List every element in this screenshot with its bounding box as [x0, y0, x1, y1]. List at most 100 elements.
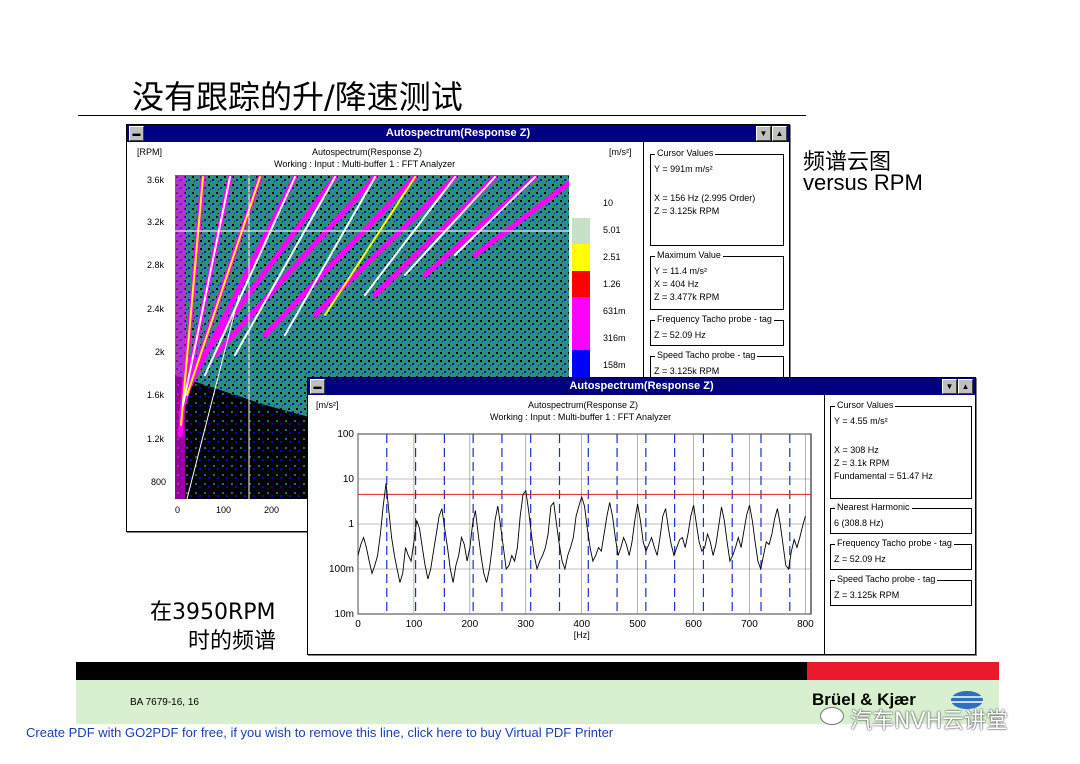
colorscale-swatch: [572, 270, 590, 298]
colorscale-swatch: [572, 244, 590, 271]
nearest-harmonic-header: Nearest Harmonic: [835, 502, 912, 512]
colorscale-swatch: [572, 191, 590, 218]
nearest-harmonic-box: Nearest Harmonic 6 (308.8 Hz): [830, 502, 972, 534]
spectrum-speed-tacho-header: Speed Tacho probe - tag: [835, 574, 938, 584]
pdf-notice-link[interactable]: Create PDF with GO2PDF for free, if you …: [26, 725, 613, 740]
x-tick-label: 800: [797, 619, 814, 630]
colorscale-swatch: [572, 217, 590, 245]
spectrum-cursor-values-box: Cursor Values Y = 4.55 m/s² X = 308 Hz Z…: [830, 400, 972, 499]
footer-black-bar: [76, 662, 807, 680]
spectrum-window-titlebar[interactable]: ▬ Autospectrum(Response Z) ▼ ▲: [308, 378, 975, 395]
minimize-button[interactable]: ▼: [942, 379, 957, 394]
spectrogram-plot-title: Autospectrum(Response Z): [312, 147, 423, 157]
x-tick-label: 600: [685, 619, 702, 630]
colorscale-bar: [572, 191, 590, 377]
y-tick-label: 2.8k: [147, 260, 165, 270]
slide-title: 没有跟踪的升/降速测试: [132, 78, 463, 116]
system-menu-button[interactable]: ▬: [129, 126, 144, 141]
colorscale-label: 1.26: [603, 279, 621, 289]
spectrum-fundamental: Fundamental = 51.47 Hz: [834, 471, 933, 481]
y-tick-label: 100: [337, 429, 354, 440]
system-menu-button[interactable]: ▬: [310, 379, 325, 394]
colorscale-swatch: [572, 297, 590, 324]
spectrum-cursor-z: Z = 3.1k RPM: [834, 458, 890, 468]
spectrum-speed-tacho-value: Z = 3.125k RPM: [834, 590, 900, 600]
spectrum-y-unit: [m/s²]: [316, 400, 339, 410]
spectrogram-window-titlebar[interactable]: ▬ Autospectrum(Response Z) ▼ ▲: [127, 125, 789, 142]
speed-tacho-header: Speed Tacho probe - tag: [655, 350, 758, 360]
frequency-tacho-header: Frequency Tacho probe - tag: [655, 314, 774, 324]
y-tick-label: 3.6k: [147, 175, 165, 185]
cursor-values-header: Cursor Values: [655, 148, 716, 158]
spectrum-frequency-tacho-box: Frequency Tacho probe - tag Z = 52.09 Hz: [830, 538, 972, 570]
colorscale-label: 631m: [603, 306, 626, 316]
watermark: 汽车NVH云讲堂: [850, 709, 1009, 734]
colorscale-label: 2.51: [603, 252, 621, 262]
maximum-z-value: Z = 3.477k RPM: [654, 292, 720, 302]
spectrum-plot-subtitle: Working : Input : Multi-buffer 1 : FFT A…: [490, 412, 672, 422]
maximum-value-box: Maximum Value Y = 11.4 m/s² X = 404 Hz Z…: [650, 250, 784, 310]
cursor-x-value: X = 156 Hz (2.995 Order): [654, 193, 756, 203]
y-tick-label: 1.6k: [147, 390, 165, 400]
x-tick-label: 400: [573, 619, 590, 630]
spectrum-chart: 100 10 1 100m 10m0 100 200 300 400 500 600 700 800 [H…: [329, 429, 814, 640]
annotation-spectrum-rpm: 在3950RPM: [150, 600, 276, 625]
x-tick-label: 500: [629, 619, 646, 630]
x-tick-label: 200: [264, 505, 280, 515]
x-tick-label: 200: [462, 619, 479, 630]
frequency-tacho-value: Z = 52.09 Hz: [654, 330, 706, 340]
frequency-tacho-box: Frequency Tacho probe - tag Z = 52.09 Hz: [650, 314, 784, 346]
x-tick-label: 300: [517, 619, 534, 630]
spectrum-speed-tacho-box: Speed Tacho probe - tag Z = 3.125k RPM: [830, 574, 972, 606]
x-tick-label: 700: [741, 619, 758, 630]
spectrum-window: ▬ Autospectrum(Response Z) ▼ ▲ [m/s²] Au…: [307, 377, 976, 655]
cursor-z-value: Z = 3.125k RPM: [654, 206, 720, 216]
y-tick-label: 1.2k: [147, 434, 165, 444]
spectrum-frequency-tacho-header: Frequency Tacho probe - tag: [835, 538, 954, 548]
y-tick-label: 1: [348, 519, 354, 530]
minimize-button[interactable]: ▼: [756, 126, 771, 141]
y-tick-label: 10: [343, 474, 355, 485]
y-tick-label: 3.2k: [147, 217, 165, 227]
annotation-spectrogram-en: versus RPM: [803, 170, 923, 195]
x-tick-label: 0: [355, 619, 361, 630]
wechat-icon: [820, 707, 844, 725]
footer-red-bar: [807, 662, 999, 680]
y-tick-label: 2k: [155, 347, 165, 357]
colorscale-label: 158m: [603, 360, 626, 370]
rpm-unit-label: [RPM]: [137, 147, 163, 157]
spectrum-cursor-y: Y = 4.55 m/s²: [834, 416, 888, 426]
x-tick-label: 0: [175, 505, 181, 515]
spectrum-plot-title: Autospectrum(Response Z): [528, 400, 639, 410]
colorscale-label: 5.01: [603, 225, 621, 235]
maximum-value-header: Maximum Value: [655, 250, 723, 260]
maximize-button[interactable]: ▲: [772, 126, 787, 141]
cursor-y-value: Y = 991m m/s²: [654, 164, 713, 174]
x-axis-unit: [Hz]: [574, 630, 590, 640]
colorscale-label: 316m: [603, 333, 626, 343]
maximum-x-value: X = 404 Hz: [654, 279, 699, 289]
low-frequency-band: [175, 175, 185, 499]
y-tick-label: 100m: [329, 564, 354, 575]
spectrum-cursor-x: X = 308 Hz: [834, 445, 879, 455]
x-tick-label: 100: [216, 505, 232, 515]
spectrum-frequency-tacho-value: Z = 52.09 Hz: [834, 554, 886, 564]
maximize-button[interactable]: ▲: [958, 379, 973, 394]
spectrum-cursor-values-header: Cursor Values: [835, 400, 896, 410]
annotation-spectrum-cn: 时的频谱: [188, 629, 277, 654]
spectrogram-plot-subtitle: Working : Input : Multi-buffer 1 : FFT A…: [274, 159, 456, 169]
spectrum-window-title: Autospectrum(Response Z): [569, 380, 714, 392]
nearest-harmonic-value: 6 (308.8 Hz): [834, 518, 884, 528]
y-tick-label: 800: [151, 477, 167, 487]
x-tick-label: 100: [406, 619, 423, 630]
spectrogram-window-title: Autospectrum(Response Z): [385, 127, 531, 139]
y-tick-label: 10m: [335, 609, 354, 620]
spectrum-info-panel: Cursor Values Y = 4.55 m/s² X = 308 Hz Z…: [824, 395, 976, 654]
cursor-values-box: Cursor Values Y = 991m m/s² X = 156 Hz (…: [650, 148, 784, 246]
colorscale-swatch: [572, 350, 590, 377]
colorscale-unit-label: [m/s²]: [609, 147, 632, 157]
speed-tacho-value: Z = 3.125k RPM: [654, 366, 720, 376]
title-divider: [78, 115, 806, 116]
y-tick-label: 2.4k: [147, 304, 165, 314]
colorscale-label: 10: [603, 198, 614, 208]
